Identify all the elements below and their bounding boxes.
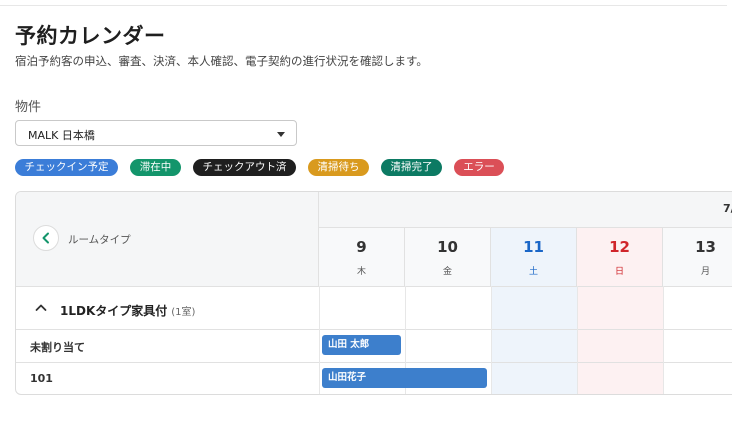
room-group-name: 1LDKタイプ家具付 (60, 304, 168, 318)
row-label-101: 101 (30, 372, 53, 385)
day-number: 9 (356, 238, 367, 256)
booking-bar[interactable]: 山田 太郎 (322, 335, 401, 355)
chevron-up-icon[interactable] (35, 303, 47, 312)
day-weekday: 日 (614, 267, 624, 277)
room-type-header: ルームタイプ (68, 234, 131, 246)
day-weekday: 月 (700, 267, 710, 277)
day-header-11[interactable]: 11 土 (491, 228, 577, 286)
legend-checked-out: チェックアウト済 (193, 159, 296, 176)
day-weekday: 金 (442, 267, 452, 277)
day-number: 10 (437, 238, 458, 256)
property-select[interactable]: MALK 日本橋 (15, 120, 297, 146)
column-divider (491, 286, 492, 394)
legend-cleaning-waiting: 清掃待ち (308, 159, 369, 176)
property-label: 物件 (15, 100, 42, 115)
row-divider (16, 329, 732, 330)
day-number: 13 (695, 238, 716, 256)
page-title: 予約カレンダー (15, 24, 166, 48)
saturday-column (491, 286, 577, 394)
day-number: 11 (523, 238, 544, 256)
room-group-count: (1室) (171, 307, 196, 318)
room-group-title[interactable]: 1LDKタイプ家具付 (1室) (60, 302, 195, 319)
row-divider (16, 362, 732, 363)
legend-checkin-scheduled: チェックイン予定 (15, 159, 118, 176)
column-divider (319, 286, 320, 394)
page-subtitle: 宿泊予約客の申込、審査、決済、本人確認、電子契約の進行状況を確認します。 (15, 54, 428, 68)
chevron-left-icon (42, 232, 49, 244)
back-button[interactable] (33, 225, 59, 251)
day-weekday: 土 (528, 267, 538, 277)
caret-down-icon (277, 132, 285, 137)
row-label-unassigned: 未割り当て (30, 341, 85, 354)
sunday-column (577, 286, 663, 394)
month-label: 7/ (723, 202, 732, 215)
day-header-10[interactable]: 10 金 (405, 228, 491, 286)
top-divider (0, 5, 727, 6)
legend-error: エラー (454, 159, 504, 176)
day-weekday: 木 (356, 267, 366, 277)
month-header: 7/ (319, 192, 732, 228)
legend-staying: 滞在中 (130, 159, 181, 176)
column-divider (577, 286, 578, 394)
day-header-12[interactable]: 12 日 (577, 228, 663, 286)
calendar-header-left: ルームタイプ (16, 192, 319, 286)
legend-cleaning-done: 清掃完了 (381, 159, 442, 176)
reservation-calendar: ルームタイプ 7/ 9 木 10 金 11 土 12 日 13 月 1LDKタイ… (15, 191, 732, 395)
header-divider (16, 286, 732, 287)
day-header-9[interactable]: 9 木 (319, 228, 405, 286)
column-divider (663, 286, 664, 394)
property-select-value: MALK 日本橋 (28, 129, 95, 142)
day-header-13[interactable]: 13 月 (663, 228, 732, 286)
booking-bar[interactable]: 山田花子 (322, 368, 487, 388)
day-number: 12 (609, 238, 630, 256)
